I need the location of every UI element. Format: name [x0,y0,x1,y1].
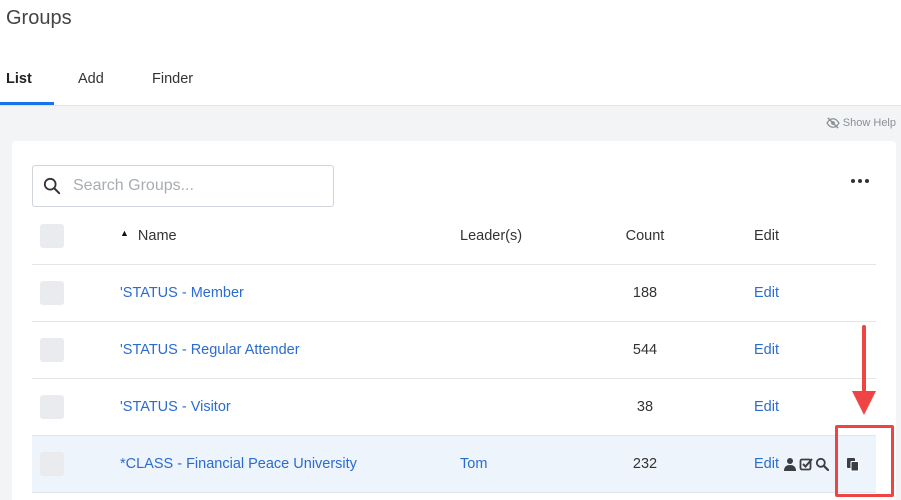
group-name-link[interactable]: *CLASS - Financial Peace University [120,456,357,472]
edit-link[interactable]: Edit [754,285,779,301]
tab-bar: List Add Finder [0,60,193,106]
table-row: 'STATUS - Regular Attender 544 Edit [32,322,876,379]
search-icon[interactable] [815,457,829,471]
show-help-toggle[interactable]: Show Help [826,117,896,129]
copy-icon [847,457,859,471]
group-name-link[interactable]: 'STATUS - Member [120,285,244,301]
annotation-arrow [852,325,876,415]
more-options-button[interactable] [850,171,870,191]
tab-add[interactable]: Add [54,60,152,105]
table-row: 'STATUS - Visitor 38 Edit [32,379,876,436]
search-box [32,165,334,207]
groups-panel: ▲ Name Leader(s) Count Edit 'STATUS - Me… [12,141,896,500]
search-input[interactable] [73,177,313,195]
group-leader-link[interactable]: Tom [460,456,487,472]
group-count: 232 [632,456,658,472]
row-checkbox[interactable] [40,281,64,305]
column-header-name[interactable]: ▲ Name [120,207,177,264]
group-name-link[interactable]: 'STATUS - Regular Attender [120,342,300,358]
dot-icon [865,179,869,183]
tab-finder[interactable]: Finder [152,60,193,105]
row-checkbox[interactable] [40,452,64,476]
groups-table: ▲ Name Leader(s) Count Edit 'STATUS - Me… [32,207,876,493]
checkbox-check-icon[interactable] [799,457,813,471]
group-count: 188 [632,285,658,301]
select-all-checkbox[interactable] [40,223,64,248]
table-row-hovered: *CLASS - Financial Peace University Tom … [32,436,876,493]
edit-link[interactable]: Edit [754,342,779,358]
sort-ascending-icon: ▲ [120,227,129,238]
edit-link[interactable]: Edit [754,456,779,472]
column-header-count[interactable]: Count [592,207,698,264]
edit-link[interactable]: Edit [754,399,779,415]
dot-icon [851,179,855,183]
group-name-link[interactable]: 'STATUS - Visitor [120,399,231,415]
search-icon [43,177,61,195]
group-count: 544 [632,342,658,358]
header: Groups List Add Finder [0,0,901,106]
column-header-edit: Edit [754,227,779,244]
table-header-row: ▲ Name Leader(s) Count Edit [32,207,876,265]
show-help-label: Show Help [842,117,896,129]
table-row: 'STATUS - Member 188 Edit [32,265,876,322]
main-content: Show Help ▲ Name Leader(s) Count [0,106,901,500]
page-title: Groups [6,7,72,29]
row-checkbox[interactable] [40,338,64,362]
person-icon[interactable] [783,457,797,471]
dot-icon [858,179,862,183]
column-header-name-label: Name [137,227,177,244]
row-actions [783,457,829,471]
copy-group-button[interactable] [835,436,871,492]
column-header-leaders[interactable]: Leader(s) [460,207,522,264]
row-checkbox[interactable] [40,395,64,419]
group-count: 38 [636,399,654,415]
eye-slash-icon [826,117,840,129]
tab-list[interactable]: List [0,60,54,105]
